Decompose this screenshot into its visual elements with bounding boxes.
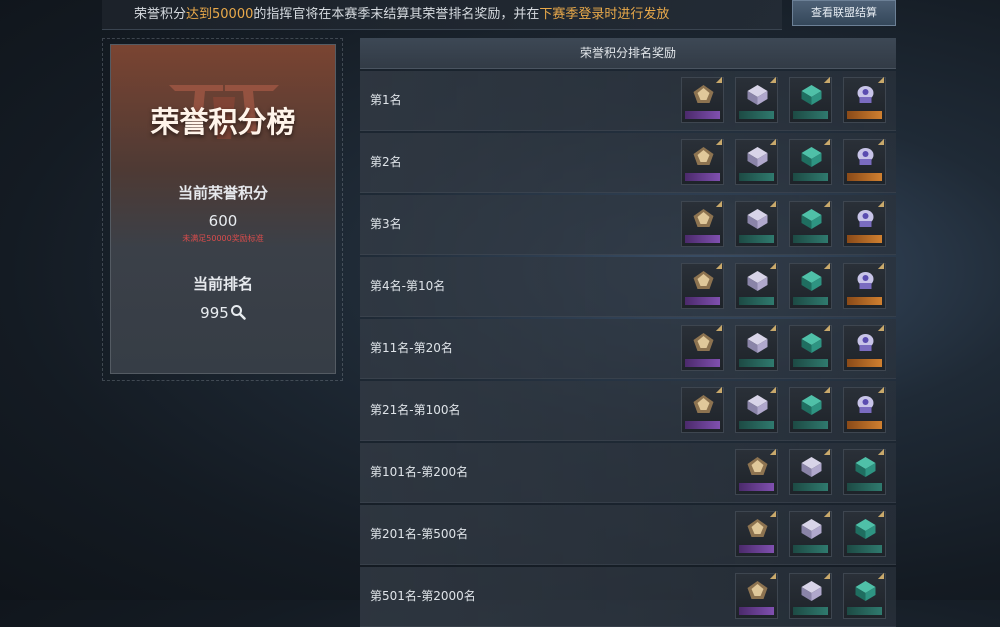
purple-helmet-icon[interactable]: ◢	[843, 261, 886, 309]
teal-block-icon[interactable]: ◢	[789, 323, 832, 371]
teal-block-icon[interactable]: ◢	[789, 199, 832, 247]
rank-range-label: 第101名-第200名	[370, 465, 469, 479]
reward-list: ◢ ◢ ◢ ◢	[681, 137, 886, 185]
silver-cube-icon[interactable]: ◢	[735, 75, 778, 123]
notice-highlight-next-season: 下赛季登录时进行发放	[539, 7, 670, 22]
view-alliance-settlement-button[interactable]: 查看联盟结算	[792, 0, 896, 26]
rank-range-label: 第4名-第10名	[370, 279, 446, 293]
reward-list: ◢ ◢ ◢ ◢	[681, 199, 886, 247]
gold-crystal-icon[interactable]: ◢	[681, 199, 724, 247]
table-row: 第2名 ◢ ◢ ◢ ◢	[360, 133, 896, 193]
gold-crystal-icon[interactable]: ◢	[735, 509, 778, 557]
reward-list: ◢ ◢ ◢ ◢	[681, 385, 886, 433]
silver-cube-icon[interactable]: ◢	[735, 199, 778, 247]
silver-cube-icon[interactable]: ◢	[789, 509, 832, 557]
table-row: 第101名-第200名 ◢ ◢ ◢	[360, 443, 896, 503]
notice-highlight-threshold: 达到50000	[186, 7, 254, 22]
gold-crystal-icon[interactable]: ◢	[681, 75, 724, 123]
silver-cube-icon[interactable]: ◢	[789, 571, 832, 619]
teal-block-icon[interactable]: ◢	[789, 385, 832, 433]
magnifier-icon[interactable]	[230, 304, 246, 320]
table-row: 第11名-第20名 ◢ ◢ ◢ ◢	[360, 319, 896, 379]
teal-block-icon[interactable]: ◢	[789, 261, 832, 309]
current-points-value: 600	[208, 212, 238, 230]
current-points-label: 当前荣誉积分	[177, 184, 268, 202]
teal-block-icon[interactable]: ◢	[789, 137, 832, 185]
gold-crystal-icon[interactable]: ◢	[681, 261, 724, 309]
purple-helmet-icon[interactable]: ◢	[843, 385, 886, 433]
rank-range-label: 第501名-第2000名	[370, 589, 476, 603]
gold-crystal-icon[interactable]: ◢	[681, 323, 724, 371]
reward-list: ◢ ◢ ◢ ◢	[681, 261, 886, 309]
table-row: 第201名-第500名 ◢ ◢ ◢	[360, 505, 896, 565]
rank-range-label: 第21名-第100名	[370, 403, 461, 417]
current-rank-value: 995	[200, 304, 229, 322]
reward-list: ◢ ◢ ◢ ◢	[681, 323, 886, 371]
points-warning: 未满足50000奖励标准	[182, 234, 264, 243]
gold-crystal-icon[interactable]: ◢	[681, 385, 724, 433]
purple-helmet-icon[interactable]: ◢	[843, 75, 886, 123]
table-row: 第4名-第10名 ◢ ◢ ◢ ◢	[360, 257, 896, 317]
rank-rewards-table: 荣誉积分排名奖励 第1名 ◢ ◢ ◢ ◢ 第2名 ◢ ◢ ◢ ◢ 第3名 ◢ ◢ ◢ ◢ 第4名-第10名 ◢ ◢…	[360, 38, 896, 627]
gold-crystal-icon[interactable]: ◢	[681, 137, 724, 185]
teal-block-icon[interactable]: ◢	[843, 571, 886, 619]
current-rank-label: 当前排名	[192, 275, 253, 293]
silver-cube-icon[interactable]: ◢	[735, 323, 778, 371]
reward-list: ◢ ◢ ◢ ◢	[681, 75, 886, 123]
silver-cube-icon[interactable]: ◢	[735, 137, 778, 185]
teal-block-icon[interactable]: ◢	[789, 75, 832, 123]
table-row: 第3名 ◢ ◢ ◢ ◢	[360, 195, 896, 255]
gold-crystal-icon[interactable]: ◢	[735, 447, 778, 495]
purple-helmet-icon[interactable]: ◢	[843, 323, 886, 371]
teal-block-icon[interactable]: ◢	[843, 447, 886, 495]
table-row: 第1名 ◢ ◢ ◢ ◢	[360, 71, 896, 131]
rank-range-label: 第1名	[370, 93, 402, 107]
notice-text-1: 荣誉积分	[134, 7, 187, 22]
board-title: 荣誉积分榜	[150, 105, 296, 139]
notice-text-2: 的指挥官将在本赛季末结算其荣誉排名奖励，并在	[253, 7, 540, 22]
rank-range-label: 第201名-第500名	[370, 527, 469, 541]
reward-list: ◢ ◢ ◢	[735, 447, 886, 495]
table-rows: 第1名 ◢ ◢ ◢ ◢ 第2名 ◢ ◢ ◢ ◢ 第3名 ◢ ◢ ◢ ◢ 第4名-第10名 ◢ ◢ ◢ ◢ 第11名-第2…	[360, 71, 896, 627]
current-rank-row: 995	[111, 304, 335, 322]
notice-banner: 荣誉积分达到50000的指挥官将在本赛季末结算其荣誉排名奖励，并在下赛季登录时进…	[102, 0, 782, 30]
table-row: 第21名-第100名 ◢ ◢ ◢ ◢	[360, 381, 896, 441]
rank-range-label: 第11名-第20名	[370, 341, 453, 355]
purple-helmet-icon[interactable]: ◢	[843, 137, 886, 185]
silver-cube-icon[interactable]: ◢	[735, 385, 778, 433]
silver-cube-icon[interactable]: ◢	[789, 447, 832, 495]
table-header: 荣誉积分排名奖励	[360, 38, 896, 69]
gold-crystal-icon[interactable]: ◢	[735, 571, 778, 619]
table-row: 第501名-第2000名 ◢ ◢ ◢	[360, 567, 896, 627]
rank-range-label: 第3名	[370, 217, 402, 231]
rank-range-label: 第2名	[370, 155, 402, 169]
reward-list: ◢ ◢ ◢	[735, 571, 886, 619]
teal-block-icon[interactable]: ◢	[843, 509, 886, 557]
purple-helmet-icon[interactable]: ◢	[843, 199, 886, 247]
silver-cube-icon[interactable]: ◢	[735, 261, 778, 309]
reward-list: ◢ ◢ ◢	[735, 509, 886, 557]
honor-board-panel: 荣誉积分榜 当前荣誉积分 600 未满足50000奖励标准 当前排名 995	[110, 44, 336, 374]
